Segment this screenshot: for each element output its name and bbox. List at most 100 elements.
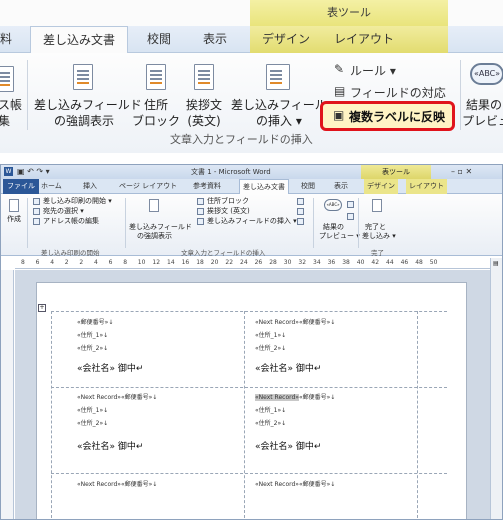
highlight-fields-icon xyxy=(73,64,93,90)
label-next-postal: «Next Record»«郵便番号»↓ xyxy=(255,319,336,326)
ruler-tick-label: 6 xyxy=(108,259,113,266)
ruler-tick-label: 46 xyxy=(400,259,409,266)
rules-icon[interactable] xyxy=(297,198,304,205)
ruler-tick-label: 16 xyxy=(181,259,190,266)
table-border xyxy=(51,311,447,312)
divider xyxy=(125,198,126,248)
ruler-tick-label: 40 xyxy=(356,259,365,266)
match-fields-icon[interactable] xyxy=(297,208,304,215)
finish-merge-icon xyxy=(372,199,382,212)
ruler-tick-label: 30 xyxy=(283,259,292,266)
ruler-tick-label: 14 xyxy=(167,259,175,266)
page: + «郵便番号»↓ «住所_1»↓ «住所_2»↓ «会社名» 御中↵ «Nex… xyxy=(36,282,467,519)
tab-view[interactable]: 表示 xyxy=(203,26,227,53)
ruler-tick-label: 12 xyxy=(152,259,161,266)
ruler-tick-label: 18 xyxy=(196,259,204,266)
divider xyxy=(313,198,314,248)
ruler-tick-label: 32 xyxy=(298,259,307,266)
table-border xyxy=(51,473,447,474)
ruler-tick-label: 20 xyxy=(210,259,219,266)
recipients-icon xyxy=(33,208,40,215)
tab-partial-left[interactable]: 料 xyxy=(0,26,12,53)
find-recipient-icon[interactable] xyxy=(347,213,354,220)
label-addr1: «住所_1»↓ xyxy=(77,407,109,414)
ruler-tick-label: 44 xyxy=(386,259,394,266)
tab-review[interactable]: 校閲 xyxy=(301,179,315,194)
word-logo-icon: W xyxy=(4,167,13,176)
document-area: + «郵便番号»↓ «住所_1»↓ «住所_2»↓ «会社名» 御中↵ «Nex… xyxy=(15,270,490,519)
label-addr2: «住所_2»↓ xyxy=(255,420,287,427)
address-block-icon xyxy=(146,64,166,90)
divider xyxy=(460,60,461,130)
highlight-fields-icon xyxy=(149,199,159,212)
ruler-tick-label: 6 xyxy=(35,259,40,266)
divider xyxy=(358,198,359,248)
ruler-tick-label: 24 xyxy=(240,259,248,266)
label-addr2: «住所_2»↓ xyxy=(77,420,109,427)
tab-mailings[interactable]: 差し込み文書 xyxy=(30,26,128,54)
label-postal: «郵便番号»↓ xyxy=(77,319,114,326)
create-icon xyxy=(9,199,19,212)
ruler-toggle-icon[interactable]: ▤ xyxy=(493,260,499,267)
window-controls-icon[interactable]: – ▫ ✕ xyxy=(451,165,472,179)
tab-mailings[interactable]: 差し込み文書 xyxy=(239,179,289,195)
label-company: «会社名» 御中↵ xyxy=(77,364,144,374)
label-company: «会社名» 御中↵ xyxy=(255,364,322,374)
label-company: «会社名» 御中↵ xyxy=(77,442,144,452)
tab-insert[interactable]: 挿入 xyxy=(83,179,97,194)
zoomed-ribbon: 表ツール 料 差し込み文書 校閲 表示 デザイン レイアウト ス帳 集 差し込み… xyxy=(0,0,503,153)
quick-access-icon[interactable]: ▣ ↶ ↷ ▾ xyxy=(17,165,50,179)
greeting-icon xyxy=(194,64,214,90)
label-addr2: «住所_2»↓ xyxy=(255,345,287,352)
label-next-postal: «Next Record»«郵便番号»↓ xyxy=(77,394,158,401)
divider xyxy=(27,60,28,130)
horizontal-ruler[interactable]: 8 6 4 2 2 4 6 8 10 12 14 16 18 20 22 24 26 28 30 32 34 36 38 40… xyxy=(15,258,490,269)
ruler-tick-label: 8 xyxy=(123,259,128,266)
tab-file[interactable]: ファイル xyxy=(3,179,39,194)
tab-view[interactable]: 表示 xyxy=(334,179,348,194)
tab-page-layout[interactable]: ページ レイアウト xyxy=(119,179,177,194)
table-border xyxy=(244,311,245,519)
tab-references[interactable]: 参考資料 xyxy=(193,179,221,194)
tab-design[interactable]: デザイン xyxy=(364,179,398,194)
start-merge-icon xyxy=(33,198,40,205)
table-border xyxy=(417,311,418,519)
address-block-icon xyxy=(197,198,204,205)
label-addr2: «住所_2»↓ xyxy=(77,345,109,352)
ruler-tick-label: 26 xyxy=(254,259,263,266)
rules-icon: ✎ xyxy=(334,62,345,76)
ruler-tick-label: 34 xyxy=(313,259,321,266)
tab-home[interactable]: ホーム xyxy=(41,179,62,194)
preview-results-icon: «ABC» xyxy=(470,63,503,85)
table-border xyxy=(51,311,52,519)
tab-design[interactable]: デザイン xyxy=(262,26,310,53)
tab-layout[interactable]: レイアウト xyxy=(406,179,447,194)
group-label-write-insert: 文章入力とフィールドの挿入 xyxy=(170,133,313,146)
ruler-tick-label: 2 xyxy=(79,259,84,266)
ruler-tick-label: 36 xyxy=(327,259,336,266)
insert-field-icon xyxy=(197,218,204,225)
vertical-scrollbar[interactable]: ▤ xyxy=(490,258,502,519)
word-window: W ▣ ↶ ↷ ▾ 文書 1 - Microsoft Word – ▫ ✕ 表ツ… xyxy=(0,164,503,520)
label-next-postal: «Next Record»«郵便番号»↓ xyxy=(255,481,336,488)
ruler-tick-label: 38 xyxy=(342,259,350,266)
ruler-tick-label: 4 xyxy=(50,259,55,266)
ruler-tick-label: 8 xyxy=(21,259,25,266)
update-labels-icon[interactable] xyxy=(297,218,304,225)
ruler-tick-label: 42 xyxy=(371,259,380,266)
first-record-icon[interactable] xyxy=(347,201,354,208)
ruler-tick-label: 2 xyxy=(64,259,69,266)
update-labels-icon: ▣ xyxy=(333,108,345,122)
insert-field-icon xyxy=(266,64,290,90)
ruler-tick-label: 28 xyxy=(269,259,277,266)
label-addr1: «住所_1»↓ xyxy=(255,407,287,414)
divider xyxy=(27,198,28,248)
table-tools-header: 表ツール xyxy=(250,0,448,26)
table-move-handle-icon[interactable]: + xyxy=(38,304,46,312)
tab-layout[interactable]: レイアウト xyxy=(334,26,394,53)
table-tools-header: 表ツール xyxy=(361,165,431,179)
ruler-tick-label: 10 xyxy=(137,259,146,266)
ruler-tick-label: 50 xyxy=(429,259,438,266)
vertical-ruler xyxy=(1,270,14,519)
tab-review[interactable]: 校閲 xyxy=(147,26,171,53)
